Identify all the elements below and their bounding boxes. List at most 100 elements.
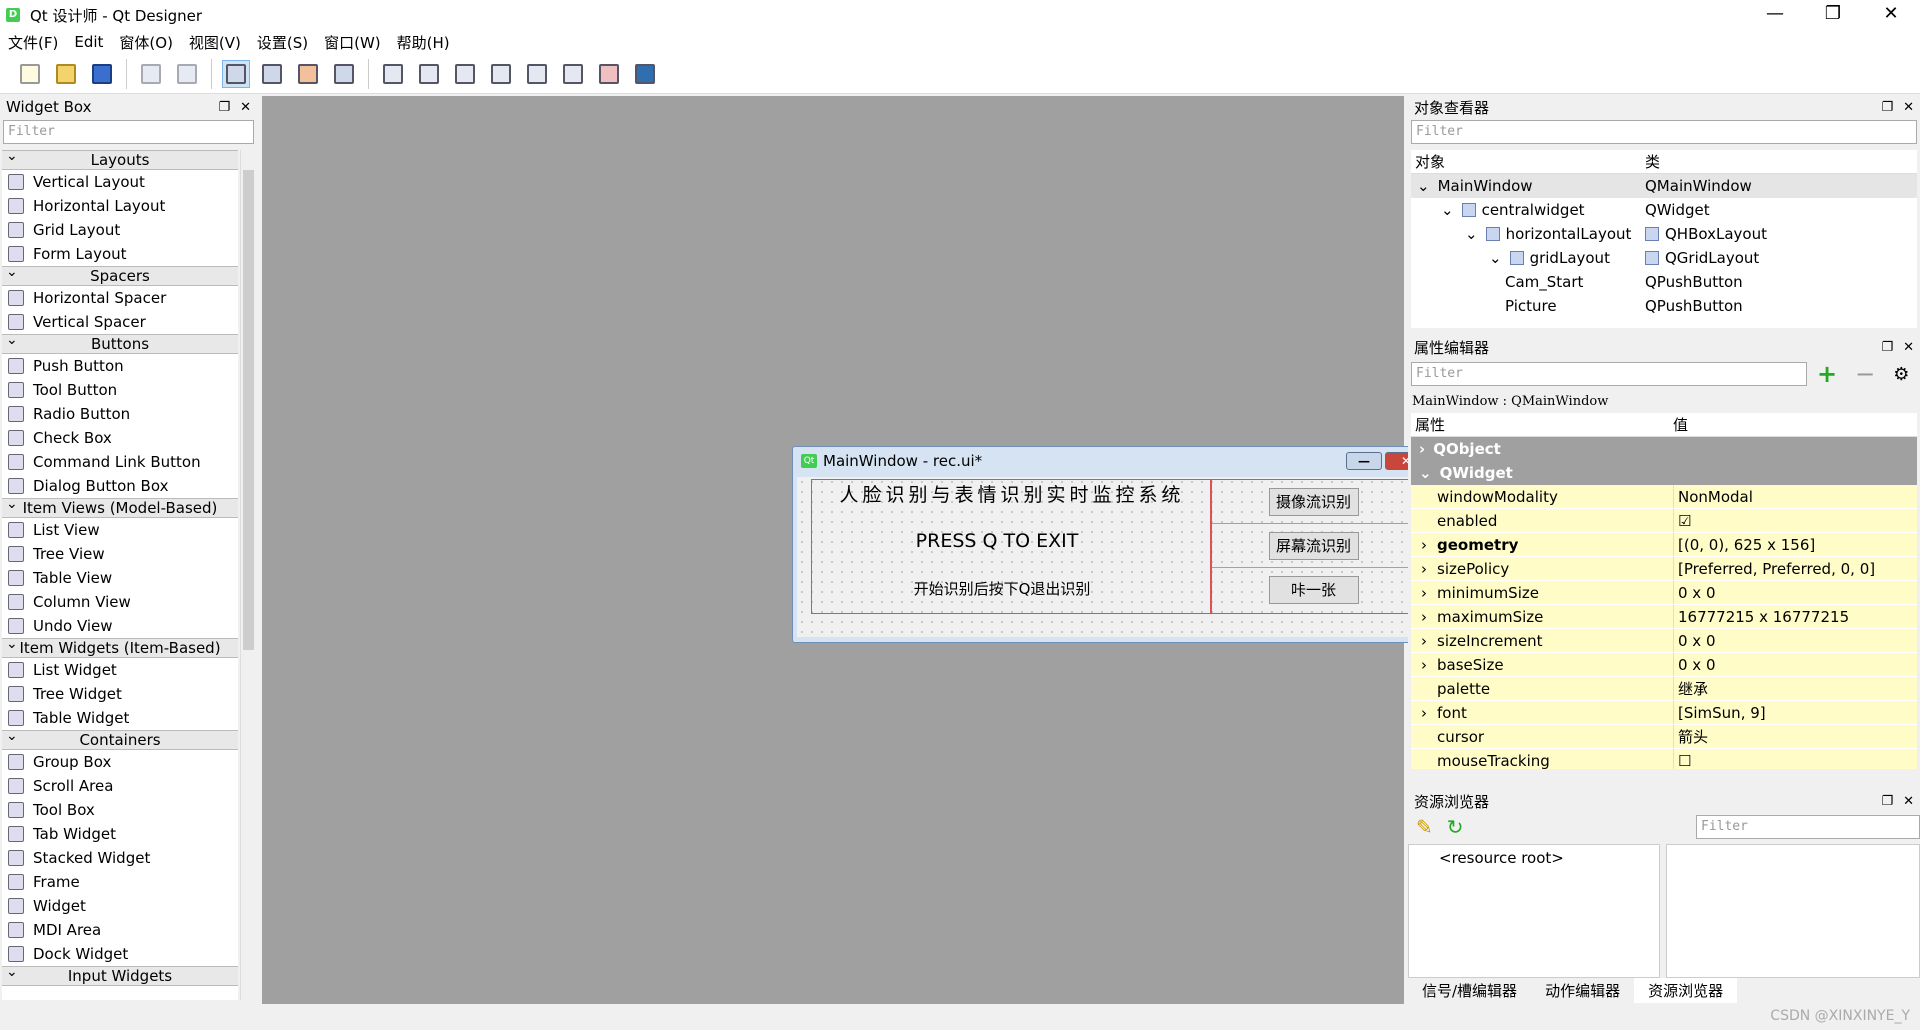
- menu-settings[interactable]: 设置(S): [249, 32, 316, 53]
- new-file-icon[interactable]: [16, 60, 44, 88]
- property-row[interactable]: › maximumSize 16777215 x 16777215: [1411, 605, 1917, 629]
- maximize-button[interactable]: ❐: [1804, 0, 1862, 30]
- widget-item-table-widget[interactable]: Table Widget: [2, 706, 238, 730]
- widget-item-stacked-widget[interactable]: Stacked Widget: [2, 846, 238, 870]
- form-window[interactable]: Qt MainWindow - rec.ui* — ✕ 人脸识别与表情识别实时监…: [792, 446, 1434, 643]
- widget-item-command-link-button[interactable]: Command Link Button: [2, 450, 238, 474]
- widget-item-grid-layout[interactable]: Grid Layout: [2, 218, 238, 242]
- widget-item-dialog-button-box[interactable]: Dialog Button Box: [2, 474, 238, 498]
- exit-label[interactable]: PRESS Q TO EXIT: [812, 530, 1182, 552]
- object-row[interactable]: ⌄ centralwidget QWidget: [1411, 198, 1917, 222]
- menu-window[interactable]: 窗口(W): [316, 32, 389, 53]
- widget-item-scroll-area[interactable]: Scroll Area: [2, 774, 238, 798]
- form-canvas[interactable]: 人脸识别与表情识别实时监控系统 PRESS Q TO EXIT 开始识别后按下Q…: [797, 477, 1427, 637]
- expand-chevron-icon[interactable]: ›: [1411, 656, 1437, 674]
- edit-widgets-icon[interactable]: [222, 59, 250, 88]
- widget-box-filter-input[interactable]: Filter: [3, 120, 254, 144]
- close-button[interactable]: ✕: [1862, 0, 1920, 30]
- title-label[interactable]: 人脸识别与表情识别实时监控系统: [812, 480, 1212, 507]
- property-row[interactable]: cursor 箭头: [1411, 725, 1917, 749]
- cam-start-button[interactable]: 摄像流识别: [1268, 487, 1359, 516]
- menu-edit[interactable]: Edit: [66, 33, 111, 51]
- expand-chevron-icon[interactable]: ⌄: [1465, 225, 1478, 243]
- expand-chevron-icon[interactable]: ›: [1411, 632, 1437, 650]
- tab-resource-browser[interactable]: 资源浏览器: [1634, 978, 1738, 1003]
- layout-grid-icon[interactable]: [523, 60, 551, 88]
- break-layout-icon[interactable]: [595, 60, 623, 88]
- edit-buddies-icon[interactable]: [294, 60, 322, 88]
- expand-chevron-icon[interactable]: ⌄: [1489, 249, 1502, 267]
- layout-vertical-icon[interactable]: [415, 60, 443, 88]
- layout-hsplitter-icon[interactable]: [451, 60, 479, 88]
- category-containers[interactable]: Containers: [2, 727, 238, 750]
- widget-item-push-button[interactable]: Push Button: [2, 354, 238, 378]
- property-value[interactable]: ☐: [1678, 752, 1691, 770]
- reload-icon[interactable]: ↻: [1447, 815, 1464, 839]
- layout-vsplitter-icon[interactable]: [487, 60, 515, 88]
- menu-form[interactable]: 窗体(O): [111, 32, 181, 53]
- category-input-widgets[interactable]: Input Widgets: [2, 963, 238, 986]
- resource-root[interactable]: <resource root>: [1439, 849, 1564, 867]
- property-value[interactable]: 0 x 0: [1678, 584, 1716, 602]
- widget-item-group-box[interactable]: Group Box: [2, 750, 238, 774]
- property-value[interactable]: ☑: [1678, 512, 1691, 530]
- save-icon[interactable]: [88, 60, 116, 88]
- property-row[interactable]: › font [SimSun, 9]: [1411, 701, 1917, 725]
- object-row[interactable]: ⌄ gridLayout QGridLayout: [1411, 246, 1917, 270]
- hint-label[interactable]: 开始识别后按下Q退出识别: [812, 578, 1192, 599]
- widget-item-radio-button[interactable]: Radio Button: [2, 402, 238, 426]
- layout-form-icon[interactable]: [559, 60, 587, 88]
- widget-item-tool-button[interactable]: Tool Button: [2, 378, 238, 402]
- property-value[interactable]: [SimSun, 9]: [1678, 704, 1766, 722]
- object-row[interactable]: Picture QPushButton: [1411, 294, 1917, 318]
- float-icon[interactable]: ❐: [1881, 794, 1893, 809]
- widget-item-horizontal-layout[interactable]: Horizontal Layout: [2, 194, 238, 218]
- widget-item-table-view[interactable]: Table View: [2, 566, 238, 590]
- property-value[interactable]: 0 x 0: [1678, 632, 1716, 650]
- minimize-button[interactable]: —: [1746, 0, 1804, 30]
- property-row[interactable]: windowModality NonModal: [1411, 485, 1917, 509]
- expand-chevron-icon[interactable]: ›: [1411, 536, 1437, 554]
- edit-resources-icon[interactable]: ✎: [1416, 815, 1433, 839]
- edit-signals-icon[interactable]: [258, 60, 286, 88]
- open-folder-icon[interactable]: [52, 60, 80, 88]
- property-row[interactable]: › baseSize 0 x 0: [1411, 653, 1917, 677]
- close-icon[interactable]: ✕: [1903, 100, 1914, 115]
- widget-item-tab-widget[interactable]: Tab Widget: [2, 822, 238, 846]
- widget-item-dock-widget[interactable]: Dock Widget: [2, 942, 238, 966]
- menu-help[interactable]: 帮助(H): [389, 32, 458, 53]
- expand-chevron-icon[interactable]: ›: [1411, 560, 1437, 578]
- float-icon[interactable]: ❐: [1881, 340, 1893, 355]
- property-row[interactable]: › geometry [(0, 0), 625 x 156]: [1411, 533, 1917, 557]
- expand-chevron-icon[interactable]: ⌄: [1417, 177, 1430, 195]
- picture-button[interactable]: 咔一张: [1268, 576, 1359, 604]
- category-buttons[interactable]: Buttons: [2, 331, 238, 354]
- add-property-icon[interactable]: +: [1817, 360, 1837, 388]
- property-value[interactable]: 箭头: [1678, 726, 1708, 747]
- close-icon[interactable]: ✕: [1903, 340, 1914, 355]
- widget-item-check-box[interactable]: Check Box: [2, 426, 238, 450]
- widget-item-column-view[interactable]: Column View: [2, 590, 238, 614]
- remove-property-icon[interactable]: −: [1855, 360, 1875, 388]
- adjust-size-icon[interactable]: [631, 60, 659, 88]
- category-item-widgets-item-based-[interactable]: Item Widgets (Item-Based): [2, 635, 238, 658]
- property-filter-input[interactable]: Filter: [1411, 362, 1807, 386]
- property-row[interactable]: palette 继承: [1411, 677, 1917, 701]
- float-icon[interactable]: ❐: [218, 100, 230, 115]
- group-qobject[interactable]: › QObject: [1411, 437, 1917, 461]
- object-filter-input[interactable]: Filter: [1411, 120, 1917, 144]
- widget-item-tool-box[interactable]: Tool Box: [2, 798, 238, 822]
- edit-tab-order-icon[interactable]: [330, 60, 358, 88]
- object-row[interactable]: ⌄ horizontalLayout QHBoxLayout: [1411, 222, 1917, 246]
- widget-item-vertical-layout[interactable]: Vertical Layout: [2, 170, 238, 194]
- widget-box-scrollbar[interactable]: [240, 150, 255, 1000]
- property-row[interactable]: › minimumSize 0 x 0: [1411, 581, 1917, 605]
- expand-chevron-icon[interactable]: ›: [1411, 704, 1437, 722]
- category-item-views-model-based-[interactable]: Item Views (Model-Based): [2, 495, 238, 518]
- widget-item-list-view[interactable]: List View: [2, 518, 238, 542]
- property-row[interactable]: enabled ☑: [1411, 509, 1917, 533]
- widget-item-form-layout[interactable]: Form Layout: [2, 242, 238, 266]
- widget-item-undo-view[interactable]: Undo View: [2, 614, 238, 638]
- group-qwidget[interactable]: ⌄ QWidget: [1411, 461, 1917, 485]
- expand-chevron-icon[interactable]: ›: [1411, 608, 1437, 626]
